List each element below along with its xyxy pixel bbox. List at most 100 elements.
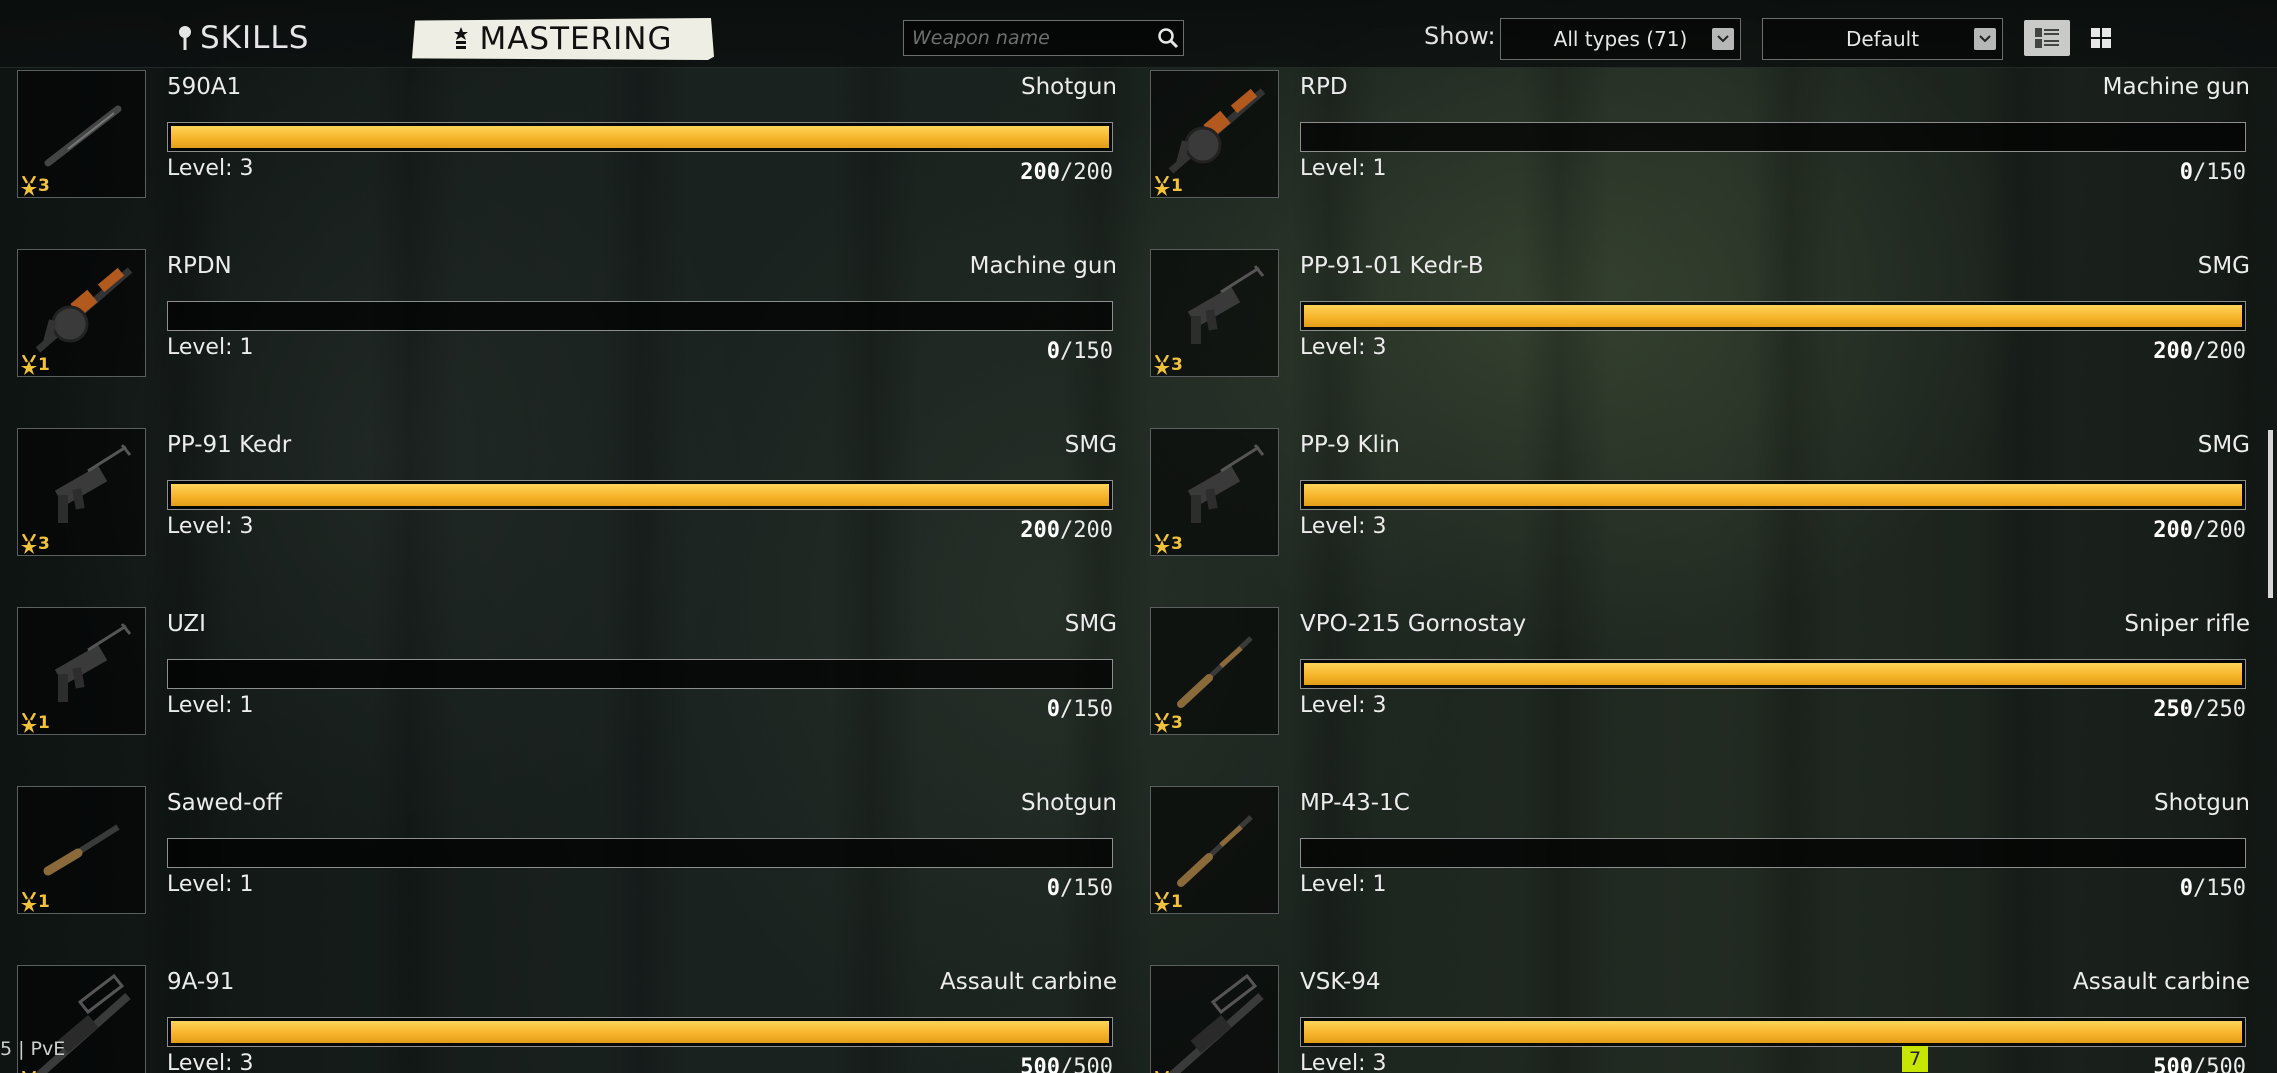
weapon-thumbnail[interactable] [1150, 965, 1279, 1073]
points-current: 0 [1046, 697, 1061, 722]
weapon-name: RPDN [167, 253, 232, 279]
weapon-thumbnail[interactable]: 1 [1150, 786, 1279, 914]
weapon-thumbnail[interactable]: 1 [17, 249, 146, 377]
medal-level: 1 [38, 713, 50, 733]
mastery-medal-icon [21, 892, 37, 912]
weapon-card[interactable]: 3 PP-91-01 Kedr-B SMG Level: 3 200/200 [1150, 249, 2250, 377]
weapon-name: PP-9 Klin [1300, 432, 1400, 458]
grid-view-icon [2091, 28, 2111, 48]
mastery-points: 0/150 [2180, 876, 2246, 901]
mastery-progress-bar [1300, 122, 2246, 152]
show-label: Show: [1424, 22, 1496, 50]
notification-badge[interactable]: 7 [1902, 1046, 1928, 1072]
weapon-card[interactable]: 1 MP-43-1C Shotgun Level: 1 0/150 [1150, 786, 2250, 914]
mastery-medal-icon [21, 176, 37, 196]
tab-mastering[interactable]: MASTERING [412, 18, 714, 60]
weapon-card[interactable]: 1 RPDN Machine gun Level: 1 0/150 [17, 249, 1117, 377]
progress-fill [1304, 1021, 2242, 1043]
weapon-search-input[interactable] [904, 21, 1153, 55]
weapon-name: PP-91-01 Kedr-B [1300, 253, 1484, 279]
mastery-level: Level: 3 [167, 156, 254, 181]
weapon-thumbnail[interactable]: 1 [17, 607, 146, 735]
edge-text: 5 [0, 1038, 13, 1060]
points-max: /150 [2193, 876, 2246, 901]
points-max: /500 [2193, 1055, 2246, 1073]
points-current: 500 [1020, 1055, 1061, 1073]
type-filter-dropdown[interactable]: All types (71) [1500, 18, 1741, 60]
weapon-thumbnail[interactable]: 3 [1150, 249, 1279, 377]
weapon-thumbnail[interactable]: 3 [1150, 428, 1279, 556]
list-view-button[interactable] [2024, 20, 2070, 56]
mastery-medal: 3 [1153, 713, 1183, 733]
points-current: 500 [2153, 1055, 2194, 1073]
mastery-medal-icon [1154, 534, 1170, 554]
points-current: 200 [2153, 518, 2194, 543]
points-max: /200 [1060, 518, 1113, 543]
progress-fill [1304, 484, 2242, 506]
mastery-progress-bar [1300, 659, 2246, 689]
mastery-progress-bar [167, 480, 1113, 510]
weapon-card[interactable]: VSK-94 Assault carbine Level: 3 500/500 [1150, 965, 2250, 1073]
weapon-name: PP-91 Kedr [167, 432, 292, 458]
pve-label: PvE [30, 1038, 66, 1060]
sort-value: Default [1845, 27, 1920, 51]
mastery-points: 0/150 [1047, 339, 1113, 364]
mastery-medal-icon [21, 713, 37, 733]
weapon-card[interactable]: 3 PP-9 Klin SMG Level: 3 200/200 [1150, 428, 2250, 556]
grid-view-button[interactable] [2078, 20, 2124, 56]
weapon-thumbnail[interactable]: 1 [17, 786, 146, 914]
mastery-level: Level: 3 [167, 514, 254, 539]
weapon-name: UZI [167, 611, 206, 637]
weapon-name: 590A1 [167, 74, 242, 100]
progress-fill [171, 1021, 1109, 1043]
mastery-level: Level: 1 [167, 693, 254, 718]
progress-fill [1304, 663, 2242, 685]
mastery-progress-bar [167, 838, 1113, 868]
points-max: /250 [2193, 697, 2246, 722]
mastery-medal-icon [1154, 892, 1170, 912]
medal-level: 3 [1171, 534, 1183, 554]
mastery-points: 0/150 [1047, 697, 1113, 722]
weapon-card[interactable]: 3 PP-91 Kedr SMG Level: 3 200/200 [17, 428, 1117, 556]
weapon-card[interactable]: 1 RPD Machine gun Level: 1 0/150 [1150, 70, 2250, 198]
weapon-card[interactable]: 9A-91 Assault carbine Level: 3 500/500 [17, 965, 1117, 1073]
scrollbar-thumb[interactable] [2268, 430, 2273, 598]
sort-dropdown[interactable]: Default [1762, 18, 2003, 60]
search-icon[interactable] [1153, 23, 1183, 53]
weapon-name: 9A-91 [167, 969, 235, 995]
weapon-card[interactable]: 1 Sawed-off Shotgun Level: 1 0/150 [17, 786, 1117, 914]
weapon-card[interactable]: 1 UZI SMG Level: 1 0/150 [17, 607, 1117, 735]
mastery-level: Level: 3 [1300, 335, 1387, 360]
points-max: /200 [1060, 160, 1113, 185]
weapon-thumbnail[interactable]: 1 [1150, 70, 1279, 198]
mastery-level: Level: 1 [167, 335, 254, 360]
weapon-type: SMG [2197, 432, 2250, 458]
weapon-type: Shotgun [1020, 74, 1117, 100]
mastery-progress-bar [1300, 1017, 2246, 1047]
tab-skills[interactable]: SKILLS [178, 18, 309, 58]
chevron-down-icon [1974, 28, 1996, 50]
weapon-type: Assault carbine [939, 969, 1117, 995]
mastery-level: Level: 3 [1300, 1051, 1387, 1073]
medal-level: 1 [1171, 892, 1183, 912]
mastery-progress-bar [167, 122, 1113, 152]
mastery-points: 200/200 [1020, 518, 1113, 543]
mastery-points: 0/150 [1047, 876, 1113, 901]
mastery-medal-icon [21, 534, 37, 554]
mastery-level: Level: 1 [1300, 872, 1387, 897]
medal-level: 3 [38, 534, 50, 554]
weapon-thumbnail[interactable]: 3 [17, 70, 146, 198]
medal-level: 3 [1171, 713, 1183, 733]
weapon-type: SMG [2197, 253, 2250, 279]
mastery-level: Level: 1 [1300, 156, 1387, 181]
points-current: 200 [1020, 160, 1061, 185]
weapon-thumbnail[interactable]: 3 [1150, 607, 1279, 735]
points-max: /150 [1060, 876, 1113, 901]
weapon-card[interactable]: 3 VPO-215 Gornostay Sniper rifle Level: 3 25… [1150, 607, 2250, 735]
weapon-card[interactable]: 3 590A1 Shotgun Level: 3 200/200 [17, 70, 1117, 198]
weapon-thumbnail[interactable]: 3 [17, 428, 146, 556]
mastery-medal: 3 [20, 176, 50, 196]
mastery-points: 0/150 [2180, 160, 2246, 185]
medal-level: 3 [38, 176, 50, 196]
mastery-progress-bar [1300, 480, 2246, 510]
